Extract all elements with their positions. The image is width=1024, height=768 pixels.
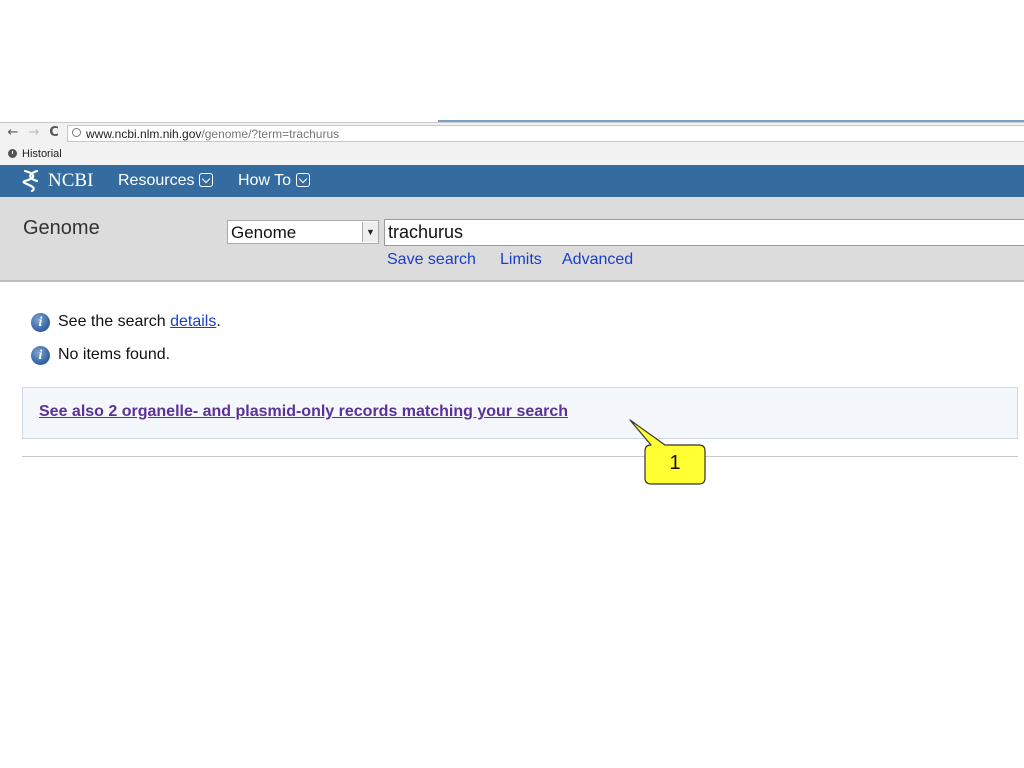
chevron-down-icon [199, 173, 214, 187]
menu-label: Resources [118, 172, 195, 189]
no-items-message: No items found. [58, 346, 171, 363]
bookmark-historial[interactable]: Historial [22, 148, 62, 161]
info-icon: i [31, 313, 50, 332]
search-details-message: See the search details. [58, 313, 221, 331]
url-host: www.ncbi.nlm.nih.gov [86, 127, 202, 141]
search-input[interactable] [384, 219, 1024, 246]
save-search-link[interactable]: Save search [387, 251, 476, 269]
menu-label: How To [238, 172, 292, 189]
menu-how-to[interactable]: How To [238, 172, 311, 190]
url-path: /genome/?term=trachurus [201, 127, 340, 141]
page-info-icon[interactable] [72, 128, 81, 137]
forward-arrow-icon[interactable]: → [27, 125, 41, 141]
url-text[interactable]: www.ncbi.nlm.nih.gov/genome/?term=trachu… [86, 127, 339, 141]
callout-label: 1 [669, 452, 681, 474]
message-text: See the search [58, 313, 171, 330]
clock-icon [8, 149, 17, 158]
dropdown-arrow-icon[interactable]: ▼ [362, 222, 378, 242]
info-icon: i [31, 346, 50, 365]
menu-resources[interactable]: Resources [118, 172, 214, 190]
back-arrow-icon[interactable]: ← [6, 125, 20, 141]
advanced-link[interactable]: Advanced [562, 251, 633, 269]
bookmarks-bar [0, 144, 1024, 166]
database-select-value[interactable]: Genome [231, 223, 296, 243]
see-also-link[interactable]: See also 2 organelle- and plasmid-only r… [39, 403, 568, 421]
database-title: Genome [23, 217, 100, 239]
chevron-down-icon [296, 173, 311, 187]
details-link[interactable]: details [170, 313, 216, 330]
divider [22, 456, 1018, 457]
limits-link[interactable]: Limits [500, 251, 542, 269]
message-text: . [216, 313, 221, 330]
reload-icon[interactable]: C [47, 125, 61, 141]
ncbi-logo[interactable]: NCBI [48, 170, 93, 192]
ncbi-helix-icon[interactable] [22, 168, 42, 194]
